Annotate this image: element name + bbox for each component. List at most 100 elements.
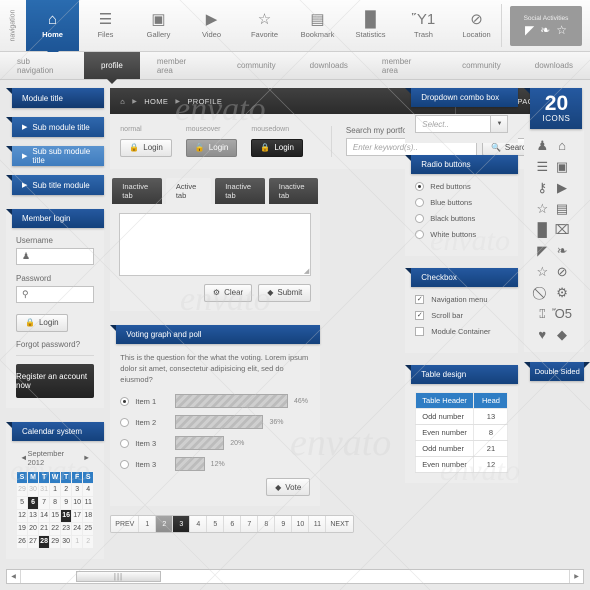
chevron-down-icon[interactable]: ▼ xyxy=(490,115,509,133)
star-icon[interactable]: ☆ xyxy=(556,23,567,37)
document-icon[interactable]: ☰ xyxy=(536,160,548,174)
pagination-page-4[interactable]: 4 xyxy=(190,516,208,533)
gear-icon[interactable]: ⚙ xyxy=(556,286,568,300)
breadcrumb-item-home[interactable]: HOME xyxy=(144,97,168,106)
password-input[interactable]: ⚲ xyxy=(16,286,95,303)
pagination-page-8[interactable]: 8 xyxy=(258,516,276,533)
calendar-day[interactable]: 13 xyxy=(27,508,40,523)
subnav-item-member-area[interactable]: member area xyxy=(140,52,220,79)
calendar-day[interactable]: 29 xyxy=(49,534,62,549)
subnav-item-downloads[interactable]: downloads xyxy=(518,52,590,79)
star-icon[interactable]: ☆ xyxy=(536,202,548,216)
checkbox-control[interactable]: ✓ xyxy=(415,311,425,320)
twitter-bird-icon[interactable]: ❧ xyxy=(557,244,568,258)
home-icon[interactable]: ⌂ xyxy=(120,97,125,106)
calendar-icon[interactable]: Ὄ5 xyxy=(552,307,572,321)
checkbox-option[interactable]: Module Container xyxy=(415,327,508,336)
nav-item-favorite[interactable]: ☆ Favorite xyxy=(238,0,291,51)
icon-grid[interactable]: ♟⌂☰▣⚷▶☆▤█⌧◤❧☆⊘⃠⚙⑄Ὄ5♥◆ xyxy=(524,129,584,352)
sub-module-title-ribbon[interactable]: ▶ Sub module title xyxy=(5,117,105,137)
sub-sub-module-title-ribbon[interactable]: ▶ Sub sub module title xyxy=(5,146,105,166)
forgot-password-link[interactable]: Forgot password? xyxy=(16,340,94,349)
pagination-page-10[interactable]: 10 xyxy=(292,516,310,533)
calendar-day[interactable]: 21 xyxy=(38,521,51,536)
nav-item-location[interactable]: ⊘ Location xyxy=(450,0,503,51)
scrollbar-thumb[interactable]: ||| xyxy=(76,571,161,582)
star-outline-icon[interactable]: ☆ xyxy=(536,265,548,279)
username-input[interactable]: ♟ xyxy=(16,248,95,265)
vote-button[interactable]: ◆ Vote xyxy=(266,478,311,497)
bookmark-icon[interactable]: ▤ xyxy=(556,202,568,216)
checkbox-option[interactable]: ✓ Navigation menu xyxy=(415,295,508,304)
pagination-page-2[interactable]: 2 xyxy=(156,516,174,533)
radio-control[interactable] xyxy=(415,198,425,207)
pagination-page-5[interactable]: 5 xyxy=(207,516,225,533)
poll-option[interactable]: Item 1 46% xyxy=(120,394,310,409)
sub-title-module-ribbon[interactable]: ▶ Sub title module xyxy=(5,175,105,195)
radio-control[interactable] xyxy=(415,182,425,191)
calendar-day[interactable]: 3 xyxy=(71,482,84,497)
triangle-left-icon[interactable]: ◀ xyxy=(7,570,21,583)
nav-item-statistics[interactable]: █ Statistics xyxy=(344,0,397,51)
calendar-day[interactable]: 23 xyxy=(60,521,73,536)
calendar-day[interactable]: 1 xyxy=(71,534,84,549)
register-account-button[interactable]: Register an account now xyxy=(16,363,95,398)
calendar-day[interactable]: 2 xyxy=(82,534,95,549)
calendar-day[interactable]: 6 xyxy=(27,495,40,510)
calendar-day[interactable]: 5 xyxy=(15,495,29,510)
poll-option[interactable]: Item 3 12% xyxy=(120,457,310,472)
calendar-day[interactable]: 15 xyxy=(49,508,62,523)
social-icon-row[interactable]: ◤ ❧ ☆ xyxy=(525,23,567,37)
calendar-day[interactable]: 19 xyxy=(15,521,29,536)
breadcrumb-item-profile[interactable]: PROFILE xyxy=(187,97,222,106)
pagination-page-3[interactable]: 3 xyxy=(173,516,191,533)
calendar-day[interactable]: 17 xyxy=(71,508,84,523)
login-state-button[interactable]: 🔒 Login xyxy=(120,138,172,157)
radio-control[interactable] xyxy=(415,214,425,223)
calendar-day[interactable]: 11 xyxy=(82,495,95,510)
calendar-day[interactable]: 30 xyxy=(60,534,73,549)
radio-control[interactable] xyxy=(415,230,425,239)
nav-item-gallery[interactable]: ▣ Gallery xyxy=(132,0,185,51)
radio-option[interactable]: Red buttons xyxy=(415,182,508,191)
subnav-item-member-area[interactable]: member area xyxy=(365,52,445,79)
tab-inactive-tab[interactable]: Inactive tab xyxy=(215,177,265,204)
subnav-item-downloads[interactable]: downloads xyxy=(293,52,365,79)
dropdown-combo-box[interactable]: Select.. ▼ xyxy=(415,115,509,133)
calendar-days-body[interactable]: 29 30 31 1 2 3 4 5 6 7 8 9 10 11 12 13 14 15 16 17 18 19 20 21 2… xyxy=(15,482,95,549)
calendar-day[interactable]: 22 xyxy=(49,521,62,536)
user-icon[interactable]: ♟ xyxy=(536,139,548,153)
heart-icon[interactable]: ♥ xyxy=(538,328,546,342)
twitter-bird-icon[interactable]: ❧ xyxy=(540,23,550,37)
nav-item-files[interactable]: ☰ Files xyxy=(79,0,132,51)
calendar-day[interactable]: 9 xyxy=(60,495,73,510)
module-title-ribbon[interactable]: Module title xyxy=(5,88,105,108)
calendar-day[interactable]: 29 xyxy=(15,482,29,497)
checkbox-options[interactable]: ✓ Navigation menu ✓ Scroll bar Module Contai… xyxy=(405,295,518,336)
poll-radio[interactable] xyxy=(120,417,130,427)
key-icon[interactable]: ⚷ xyxy=(538,181,548,195)
chevron-left-icon[interactable]: ◄ xyxy=(20,453,27,462)
login-state-button[interactable]: 🔒 Login xyxy=(251,138,303,157)
calendar-day[interactable]: 4 xyxy=(82,482,95,497)
video-camera-icon[interactable]: ▶ xyxy=(557,181,567,195)
tab-row[interactable]: Inactive tab Active tab Inactive tab Inacti… xyxy=(110,177,320,204)
radio-option[interactable]: White buttons xyxy=(415,230,508,239)
trash-icon[interactable]: ⌧ xyxy=(555,223,570,237)
comment-textarea[interactable] xyxy=(119,212,312,276)
scrollbar-track[interactable]: ||| xyxy=(21,570,569,583)
pagination-page-11[interactable]: 11 xyxy=(309,516,327,533)
pagination[interactable]: PREV 1 2 3 4 5 6 7 8 9 10 11 NEXT xyxy=(110,515,355,534)
subnav-item-community[interactable]: community xyxy=(445,52,518,79)
clear-button[interactable]: ⚙ Clear xyxy=(203,283,253,302)
calendar-day[interactable]: 18 xyxy=(82,508,95,523)
calendar-day[interactable]: 8 xyxy=(49,495,62,510)
calendar-day[interactable]: 30 xyxy=(27,482,40,497)
checkbox-control[interactable] xyxy=(415,327,425,336)
submit-button[interactable]: ◆ Submit xyxy=(258,283,312,302)
no-entry-icon[interactable]: ⊘ xyxy=(557,265,568,279)
poll-radio[interactable] xyxy=(120,459,130,469)
poll-options[interactable]: Item 1 46% Item 2 36% Item 3 20% Item 3 12% xyxy=(120,394,310,472)
tab-inactive-tab[interactable]: Inactive tab xyxy=(268,177,319,204)
subnav-item-profile[interactable]: profile xyxy=(84,52,140,84)
